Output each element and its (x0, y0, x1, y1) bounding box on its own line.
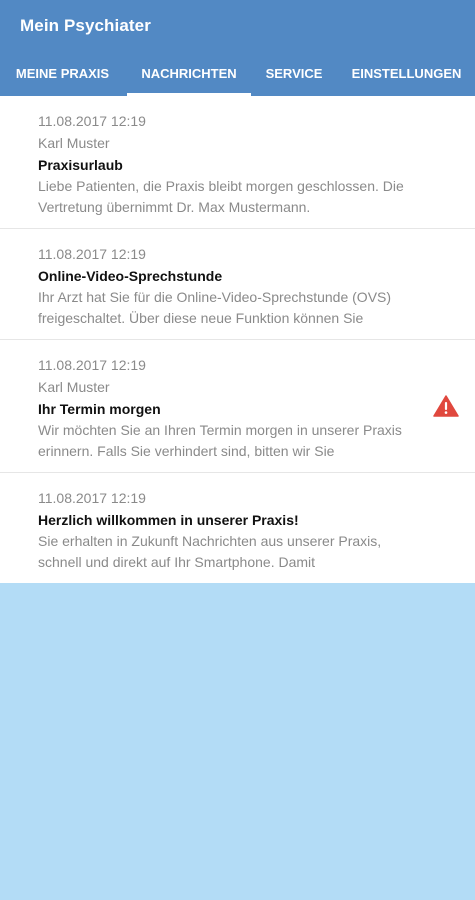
tab-nachrichten[interactable]: NACHRICHTEN (127, 52, 251, 96)
message-sender: Karl Muster (38, 379, 110, 395)
message-list: 11.08.2017 12:19 Karl Muster Praxisurlau… (0, 96, 475, 583)
message-item[interactable]: 11.08.2017 12:19 Herzlich willkommen in … (0, 473, 475, 583)
message-date: 11.08.2017 12:19 (38, 246, 146, 262)
tab-bar: MEINE PRAXIS NACHRICHTEN SERVICE EINSTEL… (0, 52, 475, 96)
message-preview: Sie erhalten in Zukunft Nachrichten aus … (38, 533, 382, 570)
tab-service[interactable]: SERVICE (258, 52, 330, 96)
message-title: Online-Video-Sprechstunde (38, 268, 223, 284)
message-date: 11.08.2017 12:19 (38, 490, 146, 506)
tab-meine-praxis[interactable]: MEINE PRAXIS (2, 52, 123, 96)
message-date: 11.08.2017 12:19 (38, 113, 146, 129)
message-preview: Ihr Arzt hat Sie für die Online-Video-Sp… (38, 289, 392, 326)
message-date: 11.08.2017 12:19 (38, 357, 146, 373)
message-title: Ihr Termin morgen (38, 401, 161, 417)
message-item[interactable]: 11.08.2017 12:19 Online-Video-Sprechstun… (0, 229, 475, 340)
message-preview: Liebe Patienten, die Praxis bleibt morge… (38, 178, 404, 215)
tab-einstellungen[interactable]: EINSTELLUNGEN (341, 52, 472, 96)
message-title: Praxisurlaub (38, 157, 123, 173)
warning-icon (433, 395, 459, 417)
message-preview: Wir möchten Sie an Ihren Termin morgen i… (38, 422, 402, 459)
app-bar: Mein Psychiater MEINE PRAXIS NACHRICHTEN… (0, 0, 475, 96)
message-item[interactable]: 11.08.2017 12:19 Karl Muster Ihr Termin … (0, 340, 475, 473)
message-title: Herzlich willkommen in unserer Praxis! (38, 512, 299, 528)
message-item[interactable]: 11.08.2017 12:19 Karl Muster Praxisurlau… (0, 96, 475, 229)
message-sender: Karl Muster (38, 135, 110, 151)
app-title: Mein Psychiater (20, 16, 151, 35)
